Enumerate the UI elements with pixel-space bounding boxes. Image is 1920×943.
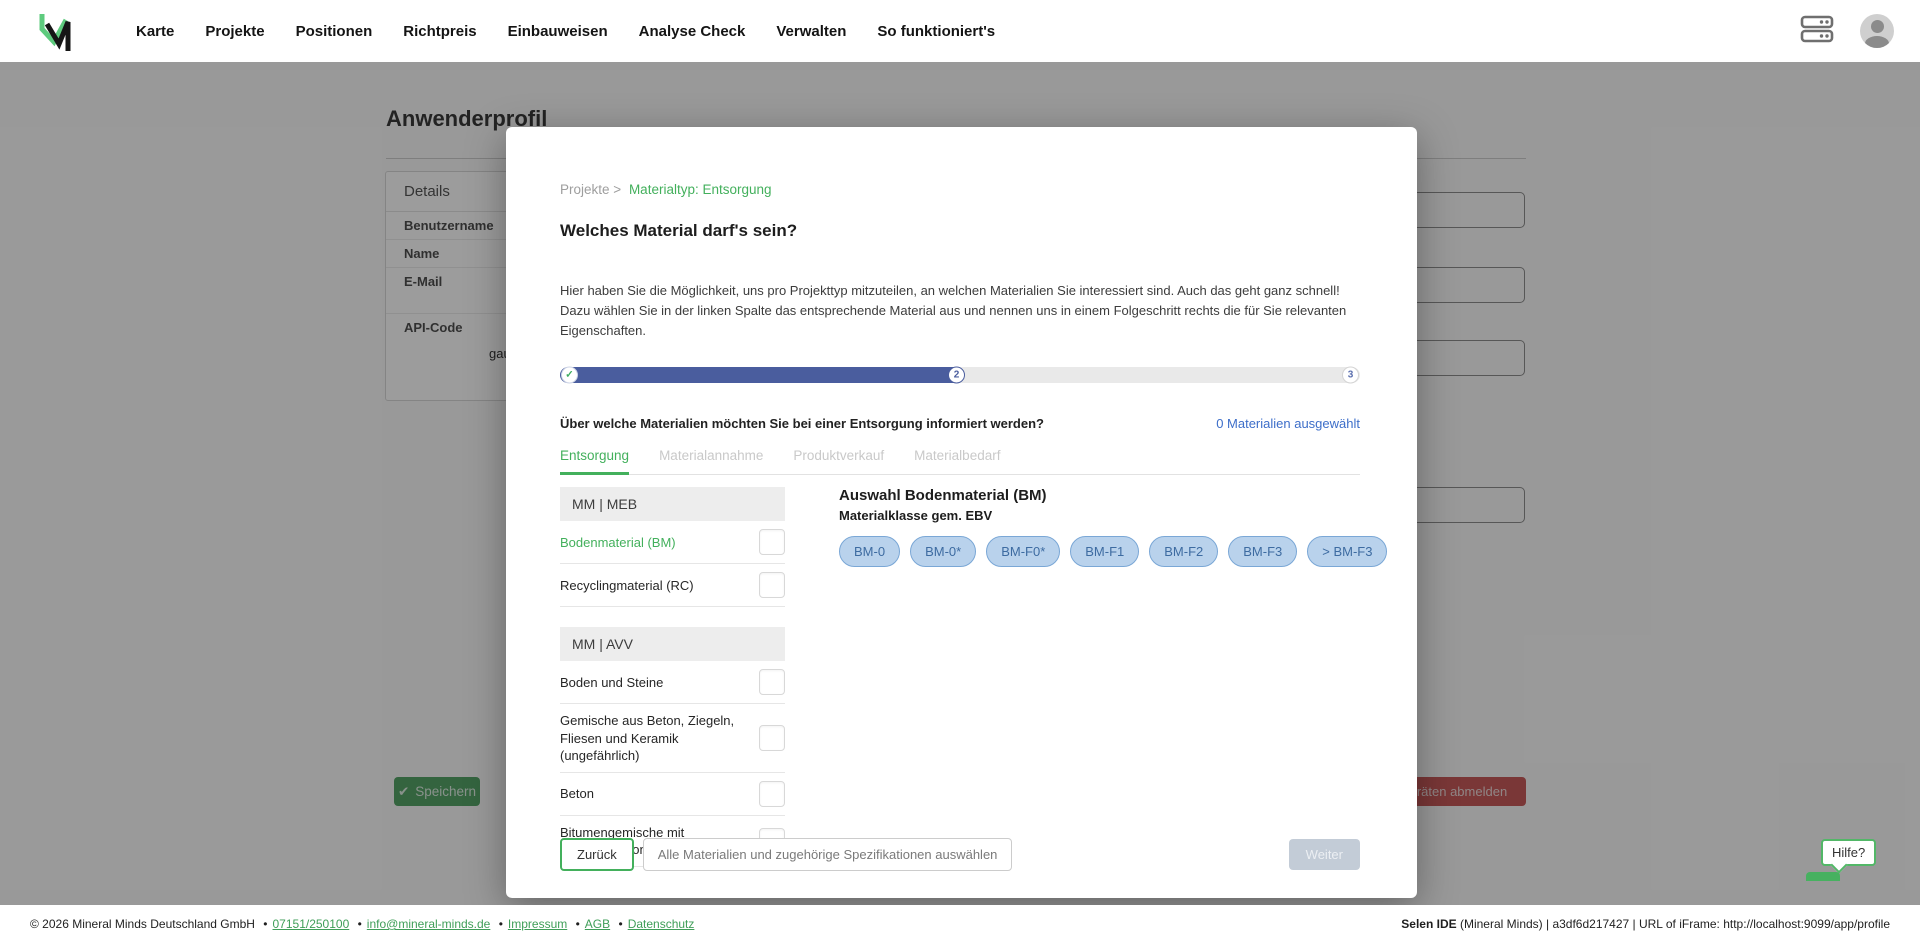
nav-item-richtpreis[interactable]: Richtpreis (403, 23, 476, 40)
material-question: Über welche Materialien möchten Sie bei … (560, 416, 1044, 431)
material-checkbox[interactable] (759, 725, 785, 751)
nav-item-positionen[interactable]: Positionen (296, 23, 373, 40)
avatar-head (1871, 20, 1884, 33)
selected-count-link[interactable]: 0 Materialien ausgewählt (1216, 416, 1360, 431)
modal-footer: Zurück Alle Materialien und zugehörige S… (560, 838, 1360, 871)
nav-item-verwalten[interactable]: Verwalten (776, 23, 846, 40)
select-all-materials-button[interactable]: Alle Materialien und zugehörige Spezifik… (643, 838, 1013, 871)
mineral-minds-logo[interactable] (38, 11, 72, 51)
progress-fill (560, 367, 964, 383)
material-selection-modal: Projekte > Materialtyp: Entsorgung Welch… (506, 127, 1417, 898)
progress-step-1-check-icon: ✓ (561, 367, 578, 384)
pill-bm-f3[interactable]: BM-F3 (1228, 536, 1297, 567)
tab-produktverkauf[interactable]: Produktverkauf (793, 448, 884, 475)
page-content: Anwenderprofil Details Benutzername Name… (0, 62, 1920, 905)
server-icon[interactable] (1800, 14, 1834, 49)
breadcrumb-root[interactable]: Projekte > (560, 182, 621, 197)
tab-materialannahme[interactable]: Materialannahme (659, 448, 763, 475)
list-item-bodenmaterial[interactable]: Bodenmaterial (BM) (560, 521, 785, 564)
pill-bm-f0-star[interactable]: BM-F0* (986, 536, 1060, 567)
selection-panel-subtitle: Materialklasse gem. EBV (839, 508, 1387, 523)
material-list: MM | MEB Bodenmaterial (BM) Recyclingmat… (560, 487, 785, 867)
material-label: Recyclingmaterial (RC) (560, 577, 738, 594)
footer-link-phone[interactable]: 07151/250100 (273, 917, 350, 931)
selection-panel: Auswahl Bodenmaterial (BM) Materialklass… (785, 487, 1387, 867)
material-checkbox[interactable] (759, 781, 785, 807)
user-avatar-icon[interactable] (1860, 14, 1894, 48)
next-button[interactable]: Weiter (1289, 839, 1360, 870)
nav-item-einbauweisen[interactable]: Einbauweisen (508, 23, 608, 40)
project-type-tabs: Entsorgung Materialannahme Produktverkau… (560, 448, 1360, 475)
nav-item-karte[interactable]: Karte (136, 23, 174, 40)
modal-description: Hier haben Sie die Möglichkeit, uns pro … (560, 281, 1360, 341)
nav-item-so-funktionierts[interactable]: So funktioniert's (877, 23, 995, 40)
nav-right (1800, 14, 1894, 49)
nav-item-projekte[interactable]: Projekte (205, 23, 264, 40)
modal-title: Welches Material darf's sein? (560, 221, 1360, 241)
footer-link-impressum[interactable]: Impressum (508, 917, 567, 931)
back-button[interactable]: Zurück (560, 838, 634, 871)
footer-link-datenschutz[interactable]: Datenschutz (628, 917, 695, 931)
material-class-pills: BM-0 BM-0* BM-F0* BM-F1 BM-F2 BM-F3 > BM… (839, 536, 1387, 567)
main-menu: Karte Projekte Positionen Richtpreis Ein… (136, 23, 995, 40)
material-checkbox[interactable] (759, 529, 785, 555)
help-tooltip[interactable]: Hilfe? (1821, 839, 1876, 866)
material-label: Boden und Steine (560, 674, 738, 691)
group-header-mm-meb: MM | MEB (560, 487, 785, 521)
list-item-recyclingmaterial[interactable]: Recyclingmaterial (RC) (560, 564, 785, 607)
pill-bm-f1[interactable]: BM-F1 (1070, 536, 1139, 567)
progress-step-3: 3 (1342, 367, 1359, 384)
iframe-info: (Mineral Minds) | a3df6d217427 | URL of … (1457, 917, 1890, 931)
selection-panel-title: Auswahl Bodenmaterial (BM) (839, 487, 1387, 504)
material-checkbox[interactable] (759, 572, 785, 598)
avatar-shoulders (1865, 36, 1889, 48)
progress-step-2: 2 (948, 367, 965, 384)
top-nav: Karte Projekte Positionen Richtpreis Ein… (0, 0, 1920, 62)
wizard-progress-bar: ✓ 2 3 (560, 367, 1360, 383)
footer-left: © 2026 Mineral Minds Deutschland GmbH •0… (30, 917, 694, 931)
nav-item-analyse-check[interactable]: Analyse Check (639, 23, 746, 40)
list-item-boden-und-steine[interactable]: Boden und Steine (560, 661, 785, 704)
material-label: Bodenmaterial (BM) (560, 534, 738, 551)
material-label: Gemische aus Beton, Ziegeln, Fliesen und… (560, 712, 738, 763)
breadcrumb: Projekte > Materialtyp: Entsorgung (560, 182, 1360, 197)
pill-gt-bm-f3[interactable]: > BM-F3 (1307, 536, 1387, 567)
material-label: Beton (560, 785, 738, 802)
copyright: © 2026 Mineral Minds Deutschland GmbH (30, 917, 255, 931)
list-item-gemische[interactable]: Gemische aus Beton, Ziegeln, Fliesen und… (560, 704, 785, 772)
pill-bm-0-star[interactable]: BM-0* (910, 536, 976, 567)
tab-entsorgung[interactable]: Entsorgung (560, 448, 629, 475)
breadcrumb-current: Materialtyp: Entsorgung (629, 182, 772, 197)
footer: © 2026 Mineral Minds Deutschland GmbH •0… (0, 905, 1920, 943)
ide-label: Selen IDE (1401, 917, 1456, 931)
list-item-beton[interactable]: Beton (560, 773, 785, 816)
footer-debug-info: Selen IDE (Mineral Minds) | a3df6d217427… (1401, 917, 1890, 931)
help-fab-peek[interactable] (1806, 872, 1840, 881)
footer-link-agb[interactable]: AGB (585, 917, 610, 931)
footer-link-email[interactable]: info@mineral-minds.de (367, 917, 491, 931)
material-checkbox[interactable] (759, 669, 785, 695)
pill-bm-0[interactable]: BM-0 (839, 536, 900, 567)
tab-materialbedarf[interactable]: Materialbedarf (914, 448, 1000, 475)
pill-bm-f2[interactable]: BM-F2 (1149, 536, 1218, 567)
group-header-mm-avv: MM | AVV (560, 627, 785, 661)
